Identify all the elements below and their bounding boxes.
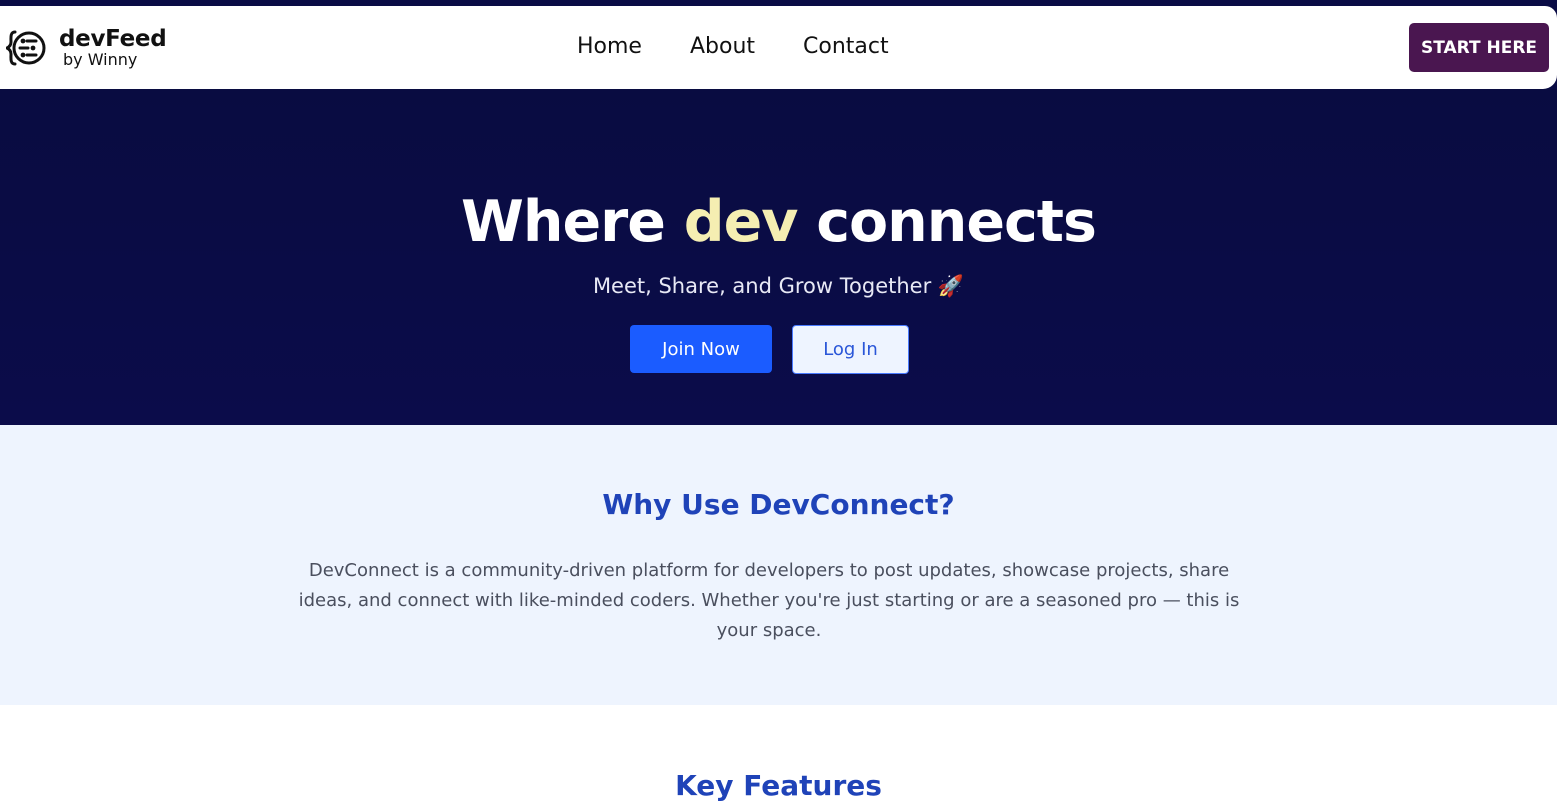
start-here-button[interactable]: START HERE <box>1409 23 1549 72</box>
why-description: DevConnect is a community-driven platfor… <box>298 560 1240 641</box>
brace-chat-icon <box>6 28 48 68</box>
log-in-button[interactable]: Log In <box>792 325 909 374</box>
hero-actions: Join Now Log In <box>630 325 909 374</box>
brand-text: devFeed by Winny <box>59 26 167 69</box>
nav-link-home[interactable]: Home <box>577 34 642 59</box>
hero-title-pre: Where <box>461 189 684 255</box>
why-title: Why Use DevConnect? <box>602 488 955 521</box>
hero-subtitle: Meet, Share, and Grow Together 🚀 <box>0 274 1557 299</box>
brand-tagline: by Winny <box>63 50 138 69</box>
main-nav: Home About Contact <box>577 34 937 59</box>
rocket-icon: 🚀 <box>937 274 965 298</box>
hero-title: Where dev connects <box>0 189 1557 255</box>
hero-subtitle-text: Meet, Share, and Grow Together <box>592 274 932 298</box>
join-now-button[interactable]: Join Now <box>630 325 772 373</box>
nav-link-contact[interactable]: Contact <box>803 34 889 59</box>
why-section: Why Use DevConnect? DevConnect is a comm… <box>0 425 1557 705</box>
features-title: Key Features <box>675 769 882 802</box>
features-section: Key Features <box>0 705 1557 802</box>
navbar: devFeed by Winny Home About Contact STAR… <box>0 6 1557 89</box>
hero-title-post: connects <box>797 189 1097 255</box>
hero-title-accent: dev <box>683 189 799 255</box>
brand-name: devFeed <box>59 26 167 52</box>
brand-logo[interactable]: devFeed by Winny <box>6 26 167 69</box>
nav-link-about[interactable]: About <box>690 34 755 59</box>
hero-section: Where dev connects Meet, Share, and Grow… <box>0 89 1557 425</box>
